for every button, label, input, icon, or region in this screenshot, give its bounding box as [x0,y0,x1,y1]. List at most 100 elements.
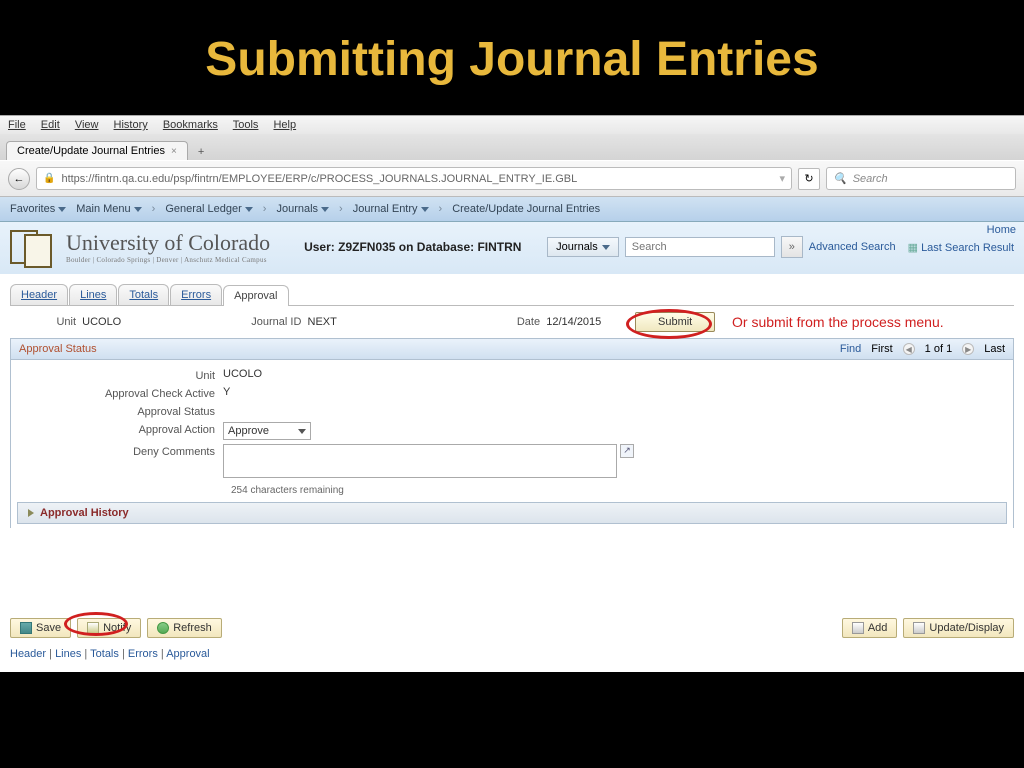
bc-general-ledger[interactable]: General Ledger [165,203,252,215]
browser-menu-bar: File Edit View History Bookmarks Tools H… [0,116,1024,134]
last-link[interactable]: Last [984,343,1005,355]
dropdown-icon[interactable]: ▾ [779,172,785,185]
url-bar[interactable]: 🔒 https://fintrn.qa.cu.edu/psp/fintrn/EM… [36,167,792,190]
reload-icon: ↻ [804,172,813,185]
save-button[interactable]: Save [10,618,71,638]
tab-approval[interactable]: Approval [223,285,288,306]
menu-view[interactable]: View [75,119,99,131]
approval-history-label: Approval History [40,507,129,519]
bc-sep: › [152,203,156,215]
date-label: Date [517,316,540,328]
tab-lines[interactable]: Lines [69,284,117,305]
footer-lines[interactable]: Lines [55,648,81,660]
chars-remaining: 254 characters remaining [231,485,1007,496]
close-tab-icon[interactable]: × [171,146,177,157]
update-icon [913,622,925,634]
annotation-text: Or submit from the process menu. [732,314,944,330]
last-search-link[interactable]: ▦ Last Search Result [908,241,1014,254]
search-icon: 🔍 [833,172,847,185]
advanced-search-link[interactable]: Advanced Search [809,241,896,253]
approval-history-bar[interactable]: Approval History [17,502,1007,524]
caret-down-icon [58,207,66,212]
page-tabs: Header Lines Totals Errors Approval [10,284,1014,306]
approval-action-select[interactable]: Approve [223,422,311,440]
slide-title: Submitting Journal Entries [0,0,1024,115]
menu-history[interactable]: History [114,119,148,131]
results-icon: ▦ [908,242,918,254]
home-link[interactable]: Home [987,224,1016,236]
search-placeholder: Search [853,173,888,185]
menu-help[interactable]: Help [273,119,296,131]
unit-value: UCOLO [82,316,121,328]
search-go-button[interactable]: » [781,236,803,258]
approval-status-header: Approval Status Find First ◀ 1 of 1 ▶ La… [10,338,1014,360]
refresh-icon [157,622,169,634]
back-button[interactable]: ← [8,168,30,190]
caret-down-icon [421,207,429,212]
app-frame: Favorites Main Menu › General Ledger › J… [0,197,1024,672]
go-icon: » [789,241,795,253]
tab-label: Create/Update Journal Entries [17,145,165,157]
caret-down-icon [602,245,610,250]
tab-errors[interactable]: Errors [170,284,222,305]
section-title: Approval Status [19,343,97,355]
notify-icon [87,622,99,634]
menu-bookmarks[interactable]: Bookmarks [163,119,218,131]
breadcrumb: Favorites Main Menu › General Ledger › J… [0,197,1024,222]
footer-tab-links: Header | Lines | Totals | Errors | Appro… [0,648,1024,670]
tab-totals[interactable]: Totals [118,284,169,305]
approval-status-label: Approval Status [17,404,223,418]
header-band: Home University of Colorado Boulder | Co… [0,222,1024,274]
tab-header[interactable]: Header [10,284,68,305]
footer-errors[interactable]: Errors [128,648,158,660]
reload-button[interactable]: ↻ [798,168,820,190]
approval-action-label: Approval Action [17,422,223,436]
first-link[interactable]: First [871,343,892,355]
journal-id-label: Journal ID [251,316,301,328]
update-display-button[interactable]: Update/Display [903,618,1014,638]
save-icon [20,622,32,634]
caret-down-icon [245,207,253,212]
footer-header[interactable]: Header [10,648,46,660]
deny-comments-textarea[interactable] [223,444,617,478]
bc-journals[interactable]: Journals [276,203,329,215]
bc-journal-entry[interactable]: Journal Entry [353,203,429,215]
refresh-button[interactable]: Refresh [147,618,222,638]
unit-label: Unit [16,316,76,328]
record-position: 1 of 1 [925,343,953,355]
add-icon [852,622,864,634]
find-link[interactable]: Find [840,343,861,355]
notify-button[interactable]: Notify [77,618,141,638]
menu-tools[interactable]: Tools [233,119,259,131]
url-text: https://fintrn.qa.cu.edu/psp/fintrn/EMPL… [61,173,577,185]
browser-tab[interactable]: Create/Update Journal Entries × [6,141,188,160]
next-icon[interactable]: ▶ [962,343,974,355]
submit-button[interactable]: Submit [635,312,715,332]
form-unit-value: UCOLO [223,368,262,380]
approval-check-value: Y [223,386,230,398]
browser-search[interactable]: 🔍 Search [826,167,1016,190]
prev-icon[interactable]: ◀ [903,343,915,355]
bc-main-menu[interactable]: Main Menu [76,203,141,215]
action-buttons-row: Save Notify Refresh Add Update/Display [0,608,1024,648]
footer-approval[interactable]: Approval [166,648,209,660]
journal-info-row: Unit UCOLO Journal ID NEXT Date 12/14/20… [10,306,1014,338]
add-button[interactable]: Add [842,618,898,638]
nav-toolbar: ← 🔒 https://fintrn.qa.cu.edu/psp/fintrn/… [0,160,1024,197]
approval-check-label: Approval Check Active [17,386,223,400]
search-input[interactable] [625,237,775,257]
browser-chrome: File Edit View History Bookmarks Tools H… [0,115,1024,197]
menu-file[interactable]: File [8,119,26,131]
caret-down-icon [134,207,142,212]
footer-totals[interactable]: Totals [90,648,119,660]
approval-form: UnitUCOLO Approval Check ActiveY Approva… [10,360,1014,528]
cu-logo [10,230,52,264]
bc-favorites[interactable]: Favorites [10,203,66,215]
expand-icon[interactable]: ↗ [620,444,634,458]
search-scope[interactable]: Journals [547,237,619,257]
new-tab-button[interactable]: + [192,144,210,160]
journal-id-value: NEXT [308,316,337,328]
menu-edit[interactable]: Edit [41,119,60,131]
content-area: Header Lines Totals Errors Approval Unit… [0,274,1024,538]
deny-comments-label: Deny Comments [17,444,223,458]
